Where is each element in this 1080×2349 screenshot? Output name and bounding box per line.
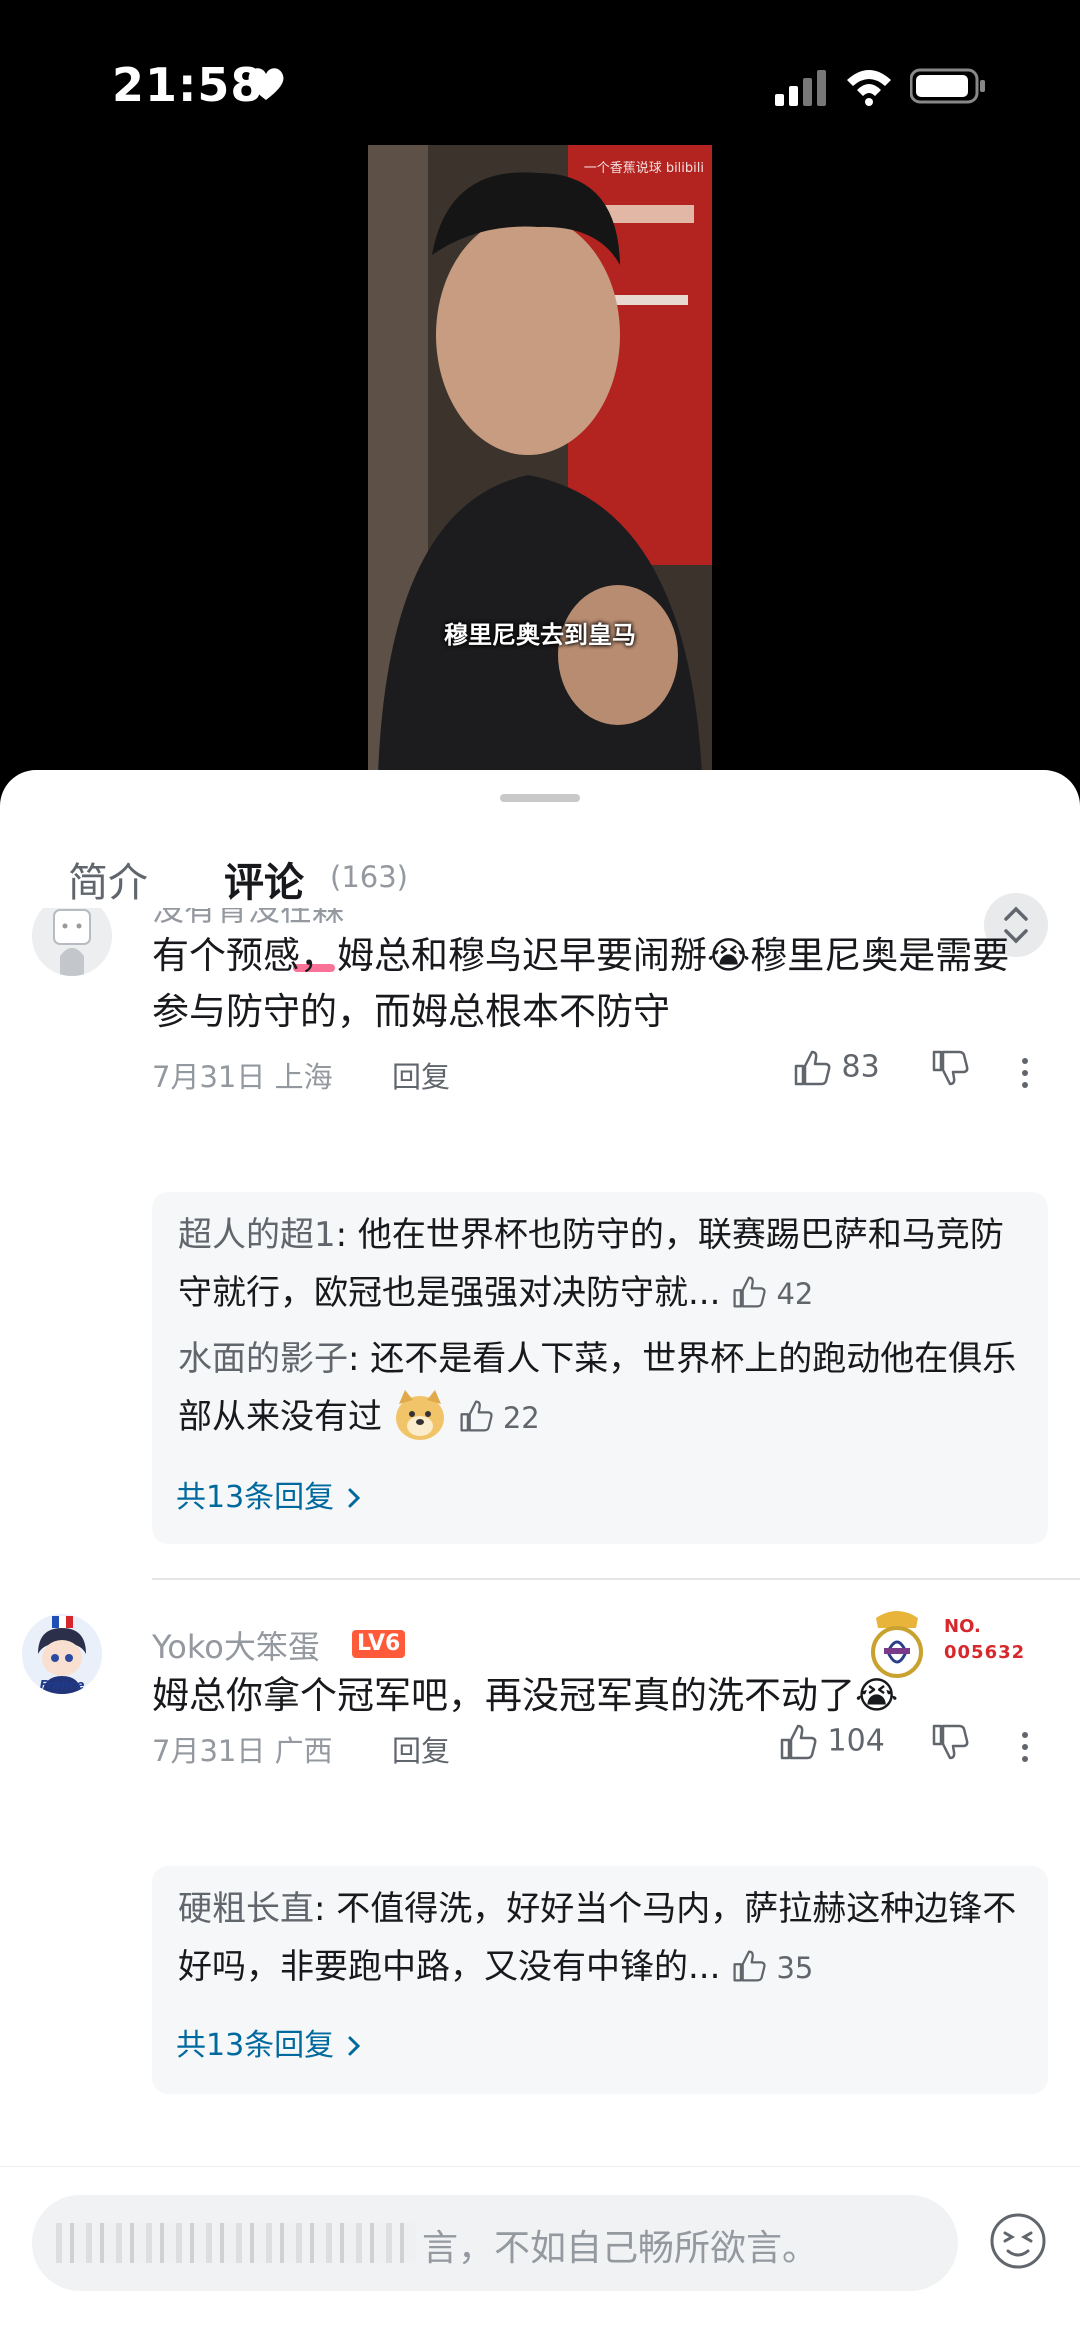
reply-like-count: 35 — [776, 1951, 814, 1985]
user-level-badge: LV6 — [352, 1630, 406, 1658]
view-all-replies-label: 共13条回复 — [176, 1480, 335, 1515]
status-time: 21:58 — [112, 58, 264, 112]
thumbs-down-icon — [932, 1724, 969, 1760]
thumbs-up-icon — [794, 1050, 831, 1086]
thumbs-up-icon — [733, 1950, 766, 1982]
view-all-replies-link[interactable]: 共13条回复 — [176, 2020, 364, 2064]
battery-icon — [910, 68, 985, 104]
cellular-signal-icon — [775, 70, 826, 106]
tab-intro[interactable]: 简介 — [68, 850, 148, 908]
reply-button[interactable]: 回复 — [392, 1728, 450, 1770]
reply-like[interactable]: 22 — [458, 1400, 540, 1435]
comment-sheet: 简介 评论 (163) 没有青没在森 有个预感，姆总和穆鸟迟早要闹掰😭穆里尼奥是… — [0, 770, 1080, 2349]
reply-item[interactable]: 水面的影子: 还不是看人下菜，世界杯上的跑动他在俱乐部从来没有过 22 — [178, 1330, 1028, 1447]
chevron-right-icon — [348, 1488, 360, 1508]
sheet-drag-handle[interactable] — [500, 794, 580, 802]
reply-like[interactable]: 35 — [731, 1950, 814, 1985]
ghost-avatar-icon — [32, 908, 112, 976]
comment-date: 7月31日 上海 — [152, 1060, 333, 1094]
reply-author[interactable]: 水面的影子 — [178, 1339, 348, 1379]
emoji-icon[interactable] — [988, 2211, 1048, 2271]
reply-preview-box[interactable]: 超人的超1: 他在世界杯也防守的，联赛踢巴萨和马竞防守就行，欧冠也是强强对决防守… — [152, 1192, 1048, 1544]
video-player[interactable]: 一个香蕉说球 bilibili 穆里尼奥去到皇马 — [368, 145, 712, 775]
video-subtitle: 穆里尼奥去到皇马 — [444, 621, 636, 649]
reply-item[interactable]: 超人的超1: 他在世界杯也防守的，联赛踢巴萨和马竞防守就行，欧冠也是强强对决防守… — [178, 1206, 1028, 1323]
comment-input-bar: 言，不如自己畅所欲言。 — [0, 2166, 1080, 2349]
avatar[interactable] — [32, 908, 112, 976]
comment-input[interactable]: 言，不如自己畅所欲言。 — [32, 2195, 958, 2291]
thumbs-up-icon — [460, 1400, 493, 1432]
like-count: 104 — [827, 1723, 885, 1759]
thumbs-up-icon — [780, 1724, 817, 1760]
more-options-button[interactable] — [1022, 1052, 1032, 1094]
tab-comments[interactable]: 评论 — [224, 850, 304, 908]
like-count: 83 — [841, 1049, 880, 1085]
reply-author[interactable]: 硬粗长直 — [178, 1889, 314, 1929]
video-frame — [368, 145, 712, 775]
dislike-button[interactable] — [930, 1048, 970, 1088]
reply-preview-box[interactable]: 硬粗长直: 不值得洗，好好当个马内，萨拉赫这种边锋不好吗，非要跑中路，又没有中锋… — [152, 1866, 1048, 2094]
doge-emoji-icon — [395, 1390, 444, 1440]
wifi-icon — [847, 70, 891, 106]
comment-date: 7月31日 广西 — [152, 1734, 333, 1768]
fan-badge-title: NO. — [944, 1616, 981, 1637]
comment-list[interactable]: 没有青没在森 有个预感，姆总和穆鸟迟早要闹掰😭穆里尼奥是需要参与防守的，而姆总根… — [0, 908, 1080, 2166]
comment-count: (163) — [330, 860, 408, 894]
like-button[interactable]: 104 — [778, 1722, 885, 1762]
reply-author[interactable]: 超人的超1 — [178, 1215, 336, 1255]
status-bar: 21:58 — [0, 0, 1080, 150]
comment-input-placeholder: 言，不如自己畅所欲言。 — [422, 2228, 819, 2269]
reply-like[interactable]: 42 — [731, 1276, 814, 1311]
heart-icon — [248, 68, 284, 100]
comment-text: 姆总你拿个冠军吧，再没冠军真的洗不动了😭 — [152, 1674, 899, 1717]
reply-item[interactable]: 硬粗长直: 不值得洗，好好当个马内，萨拉赫这种边锋不好吗，非要跑中路，又没有中锋… — [178, 1880, 1028, 1997]
reply-like-count: 42 — [776, 1277, 814, 1311]
video-watermark: 一个香蕉说球 bilibili — [583, 161, 704, 176]
reply-like-count: 22 — [502, 1401, 540, 1435]
view-all-replies-label: 共13条回复 — [176, 2028, 335, 2063]
thumbs-up-icon — [733, 1276, 766, 1308]
reply-button[interactable]: 回复 — [392, 1054, 450, 1096]
blurred-placeholder-prefix — [56, 2223, 416, 2263]
like-button[interactable]: 83 — [792, 1048, 880, 1088]
avatar-caption: France — [39, 1678, 85, 1692]
more-options-button[interactable] — [1022, 1726, 1032, 1768]
comment-username[interactable]: 没有青没在森 — [152, 908, 344, 930]
chevron-right-icon — [348, 2036, 360, 2056]
fan-badge-number: 005632 — [944, 1642, 1026, 1663]
view-all-replies-link[interactable]: 共13条回复 — [176, 1472, 364, 1516]
comment-username[interactable]: Yoko大笨蛋 — [152, 1622, 320, 1668]
thumbs-down-icon — [932, 1050, 969, 1086]
comment-divider — [152, 1578, 1080, 1580]
dislike-button[interactable] — [930, 1722, 970, 1762]
avatar[interactable]: France — [22, 1614, 102, 1694]
comment-text: 有个预感，姆总和穆鸟迟早要闹掰😭穆里尼奥是需要参与防守的，而姆总根本不防守 — [152, 934, 1010, 1033]
